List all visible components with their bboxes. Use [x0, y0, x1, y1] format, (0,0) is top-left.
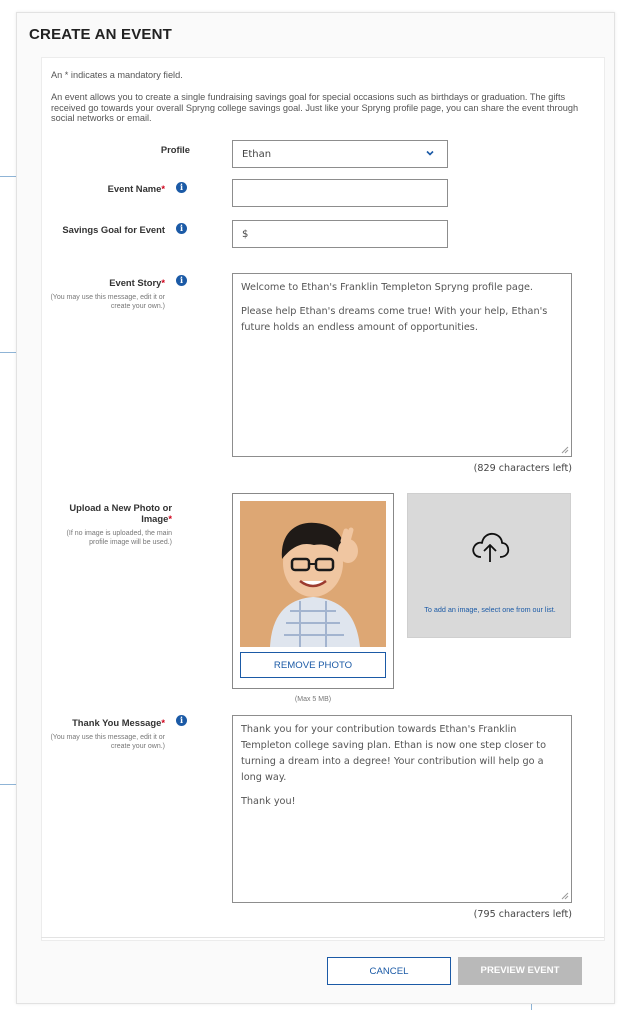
preview-event-button[interactable]: PREVIEW EVENT	[458, 957, 582, 985]
profile-label: Profile	[160, 144, 190, 155]
profile-select-value: Ethan	[242, 149, 272, 160]
create-event-card: CREATE AN EVENT An * indicates a mandato…	[16, 12, 615, 1004]
required-asterisk: *	[161, 183, 165, 194]
event-story-paragraph: Welcome to Ethan's Franklin Templeton Sp…	[241, 282, 534, 293]
event-story-label-text: Event Story	[109, 277, 162, 288]
profile-select[interactable]: Ethan	[232, 140, 448, 168]
event-story-label: Event Story*	[72, 277, 165, 288]
savings-goal-label: Savings Goal for Event	[62, 224, 165, 235]
footer-divider	[41, 937, 604, 938]
event-story-hint: (You may use this message, edit it or cr…	[50, 294, 165, 310]
remove-photo-button[interactable]: REMOVE PHOTO	[240, 652, 386, 678]
event-story-counter: (829 characters left)	[473, 463, 572, 474]
upload-photo-hint: (If no image is uploaded, the main profi…	[66, 530, 172, 546]
resize-grip-icon[interactable]	[561, 446, 569, 454]
thank-you-counter: (795 characters left)	[473, 909, 572, 920]
chevron-down-icon	[425, 148, 435, 161]
photo-max-size: (Max 5 MB)	[294, 696, 332, 703]
thank-you-textarea[interactable]: Thank you for your contribution towards …	[232, 715, 572, 903]
mandatory-note: An * indicates a mandatory field.	[51, 70, 183, 80]
upload-photo-label-text: Upload a New Photo or Image	[69, 502, 172, 524]
photo-frame: REMOVE PHOTO	[232, 493, 394, 689]
upload-prompt: To add an image, select one from our lis…	[424, 605, 556, 614]
form-panel: An * indicates a mandatory field. An eve…	[41, 57, 605, 941]
event-name-label-text: Event Name	[107, 183, 162, 194]
required-asterisk: *	[161, 277, 165, 288]
info-icon[interactable]: i	[176, 223, 187, 234]
info-icon[interactable]: i	[176, 275, 187, 286]
savings-goal-input-value: $	[242, 229, 249, 240]
required-asterisk: *	[168, 513, 172, 524]
thank-you-label: Thank You Message*	[42, 717, 165, 728]
event-story-textarea[interactable]: Welcome to Ethan's Franklin Templeton Sp…	[232, 273, 572, 457]
event-story-paragraph: Please help Ethan's dreams come true! Wi…	[241, 306, 548, 333]
thank-you-paragraph: Thank you for your contribution towards …	[241, 724, 547, 783]
page-title: CREATE AN EVENT	[29, 26, 173, 43]
event-name-label: Event Name*	[72, 183, 165, 194]
thank-you-paragraph: Thank you!	[241, 796, 296, 807]
intro-text: An event allows you to create a single f…	[51, 92, 579, 123]
child-photo	[240, 501, 386, 647]
upload-image-area[interactable]: To add an image, select one from our lis…	[407, 493, 571, 638]
required-asterisk: *	[161, 717, 165, 728]
cancel-button[interactable]: CANCEL	[327, 957, 451, 985]
thank-you-hint: (You may use this message, edit it or cr…	[50, 734, 165, 750]
savings-goal-input[interactable]: $	[232, 220, 448, 248]
cloud-upload-icon	[472, 532, 510, 562]
upload-photo-label: Upload a New Photo or Image*	[62, 502, 172, 524]
info-icon[interactable]: i	[176, 182, 187, 193]
thank-you-label-text: Thank You Message	[72, 717, 162, 728]
event-name-input[interactable]	[232, 179, 448, 207]
info-icon[interactable]: i	[176, 715, 187, 726]
resize-grip-icon[interactable]	[561, 892, 569, 900]
